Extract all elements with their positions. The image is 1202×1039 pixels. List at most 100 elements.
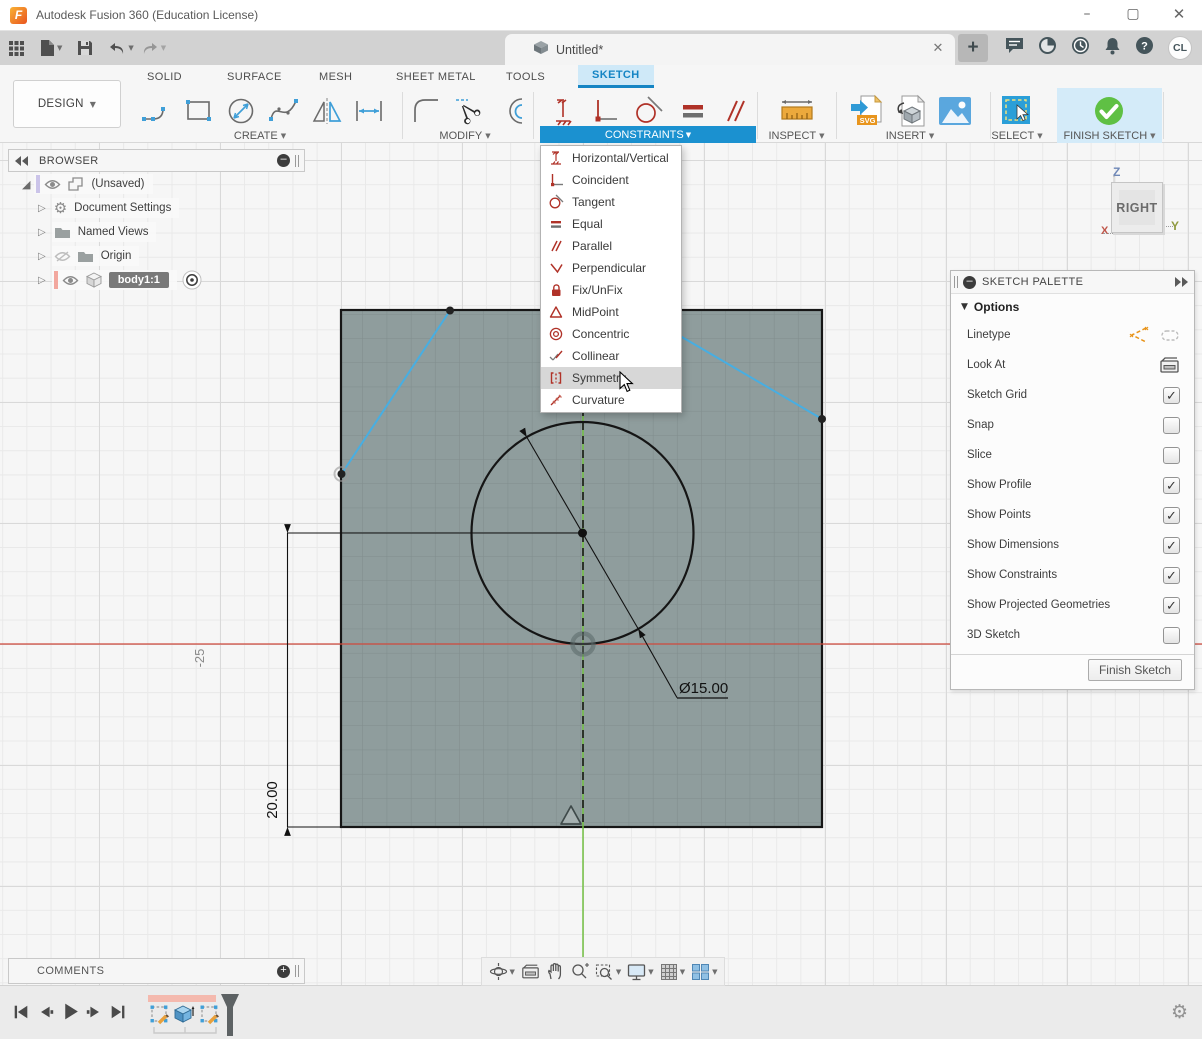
constraint-coincident-icon[interactable] <box>586 92 624 130</box>
view-cube[interactable]: Z Y X RIGHT <box>1095 163 1185 243</box>
expanded-arrow-icon[interactable]: ◢ <box>22 178 30 191</box>
collapsed-arrow-icon[interactable]: ▷ <box>38 275 46 286</box>
modify-fillet-icon[interactable] <box>408 92 446 130</box>
origin-point-marker[interactable] <box>573 634 594 655</box>
create-line-icon[interactable] <box>138 92 176 130</box>
viewcube-face-label[interactable]: RIGHT <box>1116 201 1157 215</box>
menu-item-midpoint[interactable]: MidPoint <box>541 301 681 323</box>
timeline-feature-sketch2[interactable] <box>198 1003 220 1025</box>
diameter-dimension-value[interactable]: Ø15.00 <box>679 680 728 697</box>
timeline-feature-sketch1[interactable] <box>148 1003 170 1025</box>
user-avatar[interactable]: CL <box>1168 36 1192 60</box>
display-settings-icon[interactable]: ▼ <box>627 963 653 981</box>
browser-item-root[interactable]: ◢ (Unsaved) <box>8 172 305 196</box>
browser-item-origin[interactable]: ▷ Origin <box>8 244 305 268</box>
comments-icon[interactable] <box>1005 37 1024 59</box>
show-constraints-checkbox[interactable]: ✓ <box>1163 567 1180 584</box>
menu-item-curvature[interactable]: Curvature <box>541 389 681 411</box>
collapsed-arrow-icon[interactable]: ▷ <box>38 227 46 238</box>
sketch-palette-header[interactable]: – SKETCH PALETTE <box>951 271 1194 294</box>
sketch-point[interactable] <box>446 307 454 315</box>
modify-group-label[interactable]: MODIFY▼ <box>415 128 515 143</box>
timeline-step-forward-button[interactable] <box>85 1003 103 1026</box>
timeline-settings-gear-icon[interactable]: ⚙ <box>1171 1001 1188 1023</box>
create-dimension-icon[interactable] <box>350 92 388 130</box>
constraint-equal-icon[interactable] <box>674 92 712 130</box>
insert-mesh-icon[interactable] <box>892 92 930 130</box>
sketch-grid-checkbox[interactable]: ✓ <box>1163 387 1180 404</box>
select-tool-icon[interactable] <box>998 92 1036 130</box>
menu-item-tangent[interactable]: Tangent <box>541 191 681 213</box>
constraint-tangent-icon[interactable] <box>630 92 668 130</box>
zoom-window-tool-icon[interactable]: ▼ <box>595 963 621 981</box>
inspect-measure-icon[interactable] <box>778 92 816 130</box>
menu-item-perpendicular[interactable]: Perpendicular <box>541 257 681 279</box>
create-mirror-icon[interactable] <box>308 92 346 130</box>
menu-item-symmetry[interactable]: Symmetry <box>541 367 681 389</box>
new-document-tab-button[interactable]: + <box>958 34 988 62</box>
tab-surface[interactable]: SURFACE <box>213 65 296 88</box>
show-dimensions-checkbox[interactable]: ✓ <box>1163 537 1180 554</box>
snap-checkbox[interactable]: ✓ <box>1163 417 1180 434</box>
tab-sketch[interactable]: SKETCH <box>578 65 654 88</box>
browser-item-label-selected[interactable]: body1:1 <box>109 272 169 288</box>
browser-header[interactable]: BROWSER – <box>8 149 305 172</box>
browser-item-label[interactable]: Named Views <box>78 226 149 238</box>
height-dimension-value[interactable]: 20.00 <box>264 781 281 819</box>
insert-canvas-icon[interactable] <box>936 92 974 130</box>
tab-sheet-metal[interactable]: SHEET METAL <box>382 65 490 88</box>
comments-bar[interactable]: COMMENTS + <box>8 958 305 984</box>
show-points-checkbox[interactable]: ✓ <box>1163 507 1180 524</box>
tab-solid[interactable]: SOLID <box>133 65 196 88</box>
constraint-parallel-icon[interactable] <box>716 92 754 130</box>
save-button[interactable] <box>77 40 93 56</box>
expand-panel-icon[interactable] <box>1174 277 1188 287</box>
notifications-bell-icon[interactable] <box>1104 36 1121 60</box>
viewports-icon[interactable]: ▼ <box>691 963 717 981</box>
timeline-play-button[interactable] <box>60 1001 81 1027</box>
sketch-point[interactable] <box>338 470 346 478</box>
close-button[interactable]: ✕ <box>1156 0 1202 31</box>
timeline-go-to-end-button[interactable] <box>109 1003 127 1026</box>
job-status-icon[interactable] <box>1071 36 1090 60</box>
redo-button[interactable]: ▼ <box>141 41 166 56</box>
menu-item-equal[interactable]: Equal <box>541 213 681 235</box>
centerline-linetype-icon[interactable] <box>1160 327 1180 343</box>
look-at-icon[interactable] <box>1159 356 1180 374</box>
sketch-point[interactable] <box>818 415 826 423</box>
select-group-label[interactable]: SELECT▼ <box>978 128 1056 143</box>
extensions-icon[interactable] <box>1038 36 1057 60</box>
file-menu-button[interactable]: ▼ <box>40 39 62 57</box>
collapse-palette-icon[interactable]: – <box>963 276 976 289</box>
modify-trim-icon[interactable] <box>450 92 488 130</box>
help-icon[interactable]: ? <box>1135 36 1154 60</box>
pan-tool-icon[interactable] <box>546 962 564 981</box>
browser-item-label[interactable]: Origin <box>101 250 132 262</box>
tab-mesh[interactable]: MESH <box>305 65 366 88</box>
menu-item-concentric[interactable]: Concentric <box>541 323 681 345</box>
slice-checkbox[interactable]: ✓ <box>1163 447 1180 464</box>
constraint-horizontal-vertical-icon[interactable] <box>544 92 582 130</box>
panel-drag-handle[interactable] <box>295 965 299 977</box>
create-spline-icon[interactable] <box>265 92 303 130</box>
timeline-go-to-start-button[interactable] <box>12 1003 30 1026</box>
modify-offset-icon[interactable] <box>492 92 530 130</box>
close-document-icon[interactable]: ✕ <box>929 40 947 58</box>
insert-group-label[interactable]: INSERT▼ <box>860 128 960 143</box>
menu-item-fix-unfix[interactable]: Fix/UnFix <box>541 279 681 301</box>
construction-linetype-icon[interactable] <box>1128 326 1150 344</box>
browser-item-label[interactable]: (Unsaved) <box>91 178 144 190</box>
create-circle-icon[interactable] <box>222 92 260 130</box>
undo-button[interactable]: ▼ <box>108 41 133 56</box>
3d-sketch-checkbox[interactable]: ✓ <box>1163 627 1180 644</box>
tab-tools[interactable]: TOOLS <box>492 65 559 88</box>
timeline-playhead-marker[interactable] <box>220 994 240 1036</box>
browser-item-label[interactable]: Document Settings <box>74 202 171 214</box>
menu-item-horizontal-vertical[interactable]: Horizontal/Vertical <box>541 147 681 169</box>
browser-item-document-settings[interactable]: ▷ ⚙ Document Settings <box>8 196 305 220</box>
inspect-group-label[interactable]: INSPECT▼ <box>757 128 836 143</box>
show-projected-geometries-checkbox[interactable]: ✓ <box>1163 597 1180 614</box>
visibility-off-eye-icon[interactable] <box>54 250 71 263</box>
create-rectangle-icon[interactable] <box>180 92 218 130</box>
visibility-eye-icon[interactable] <box>44 178 61 191</box>
